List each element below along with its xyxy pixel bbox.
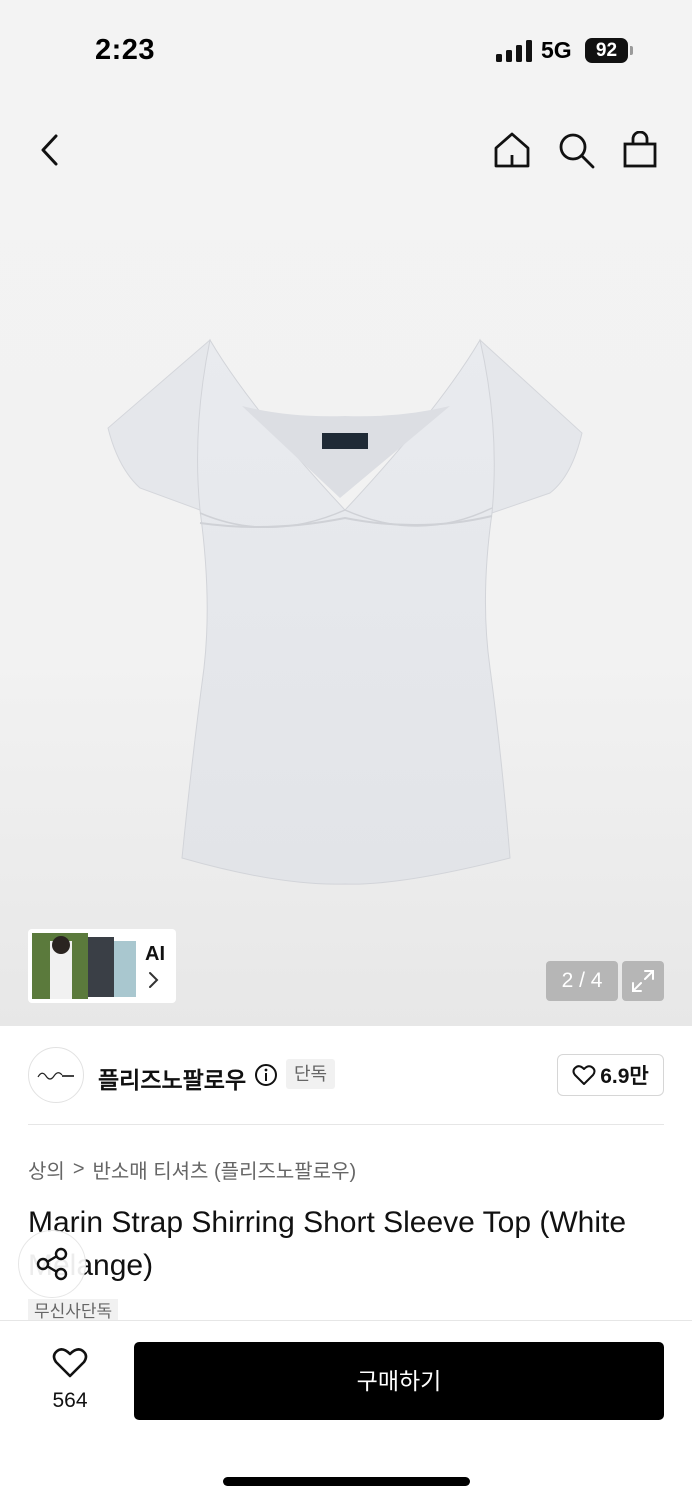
share-icon <box>36 1247 68 1281</box>
network-label: 5G <box>541 37 572 63</box>
ai-styling-card[interactable]: AI <box>28 929 176 1003</box>
heart-icon <box>572 1065 596 1085</box>
product-title: Marin Strap Shirring Short Sleeve Top (W… <box>28 1206 627 1282</box>
brand-logo-mark <box>37 1072 74 1080</box>
search-button[interactable] <box>554 128 598 172</box>
shopping-bag-icon <box>623 131 657 168</box>
wishlist-button[interactable]: 564 <box>30 1345 110 1415</box>
battery-cap <box>630 46 633 55</box>
top-navigation <box>0 100 692 200</box>
buy-button[interactable]: 구매하기 <box>134 1342 664 1420</box>
product-gallery[interactable]: AI 2 / 4 <box>0 100 692 1026</box>
chevron-left-icon <box>41 134 58 166</box>
home-icon <box>494 132 530 168</box>
home-button[interactable] <box>490 128 534 172</box>
brand-logo[interactable] <box>28 1047 84 1103</box>
expand-button[interactable] <box>622 961 664 1001</box>
heart-icon <box>52 1348 88 1378</box>
chevron-right-icon <box>149 972 159 988</box>
ai-label: AI <box>145 943 165 965</box>
divider <box>28 1124 664 1125</box>
signal-icon <box>496 40 532 62</box>
breadcrumb-category[interactable]: 상의 <box>28 1155 65 1184</box>
home-indicator <box>223 1477 470 1486</box>
info-icon[interactable] <box>254 1063 278 1087</box>
product-image <box>107 338 583 885</box>
share-button[interactable] <box>18 1230 86 1298</box>
image-pager: 2 / 4 <box>546 961 618 1001</box>
brand-like-count: 6.9만 <box>600 1065 649 1088</box>
bottom-action-bar: 564 구매하기 <box>0 1320 692 1500</box>
breadcrumb-subcategory[interactable]: 반소매 티셔츠 (플리즈노팔로우) <box>93 1155 357 1184</box>
back-button[interactable] <box>30 128 70 172</box>
brand-name[interactable]: 플리즈노팔로우 <box>98 1061 246 1095</box>
brand-row: 플리즈노팔로우 단독 6.9만 <box>0 1026 692 1124</box>
expand-icon <box>632 970 654 992</box>
exclusive-badge: 단독 <box>286 1059 336 1089</box>
brand-like-button[interactable]: 6.9만 <box>557 1054 664 1096</box>
ai-thumbnail-images <box>32 933 136 999</box>
search-icon <box>559 133 595 169</box>
status-time: 2:23 <box>95 34 156 66</box>
breadcrumb: 상의 > 반소매 티셔츠 (플리즈노팔로우) <box>28 1155 356 1184</box>
breadcrumb-separator: > <box>72 1158 85 1180</box>
wishlist-count: 564 <box>52 1389 88 1412</box>
cart-button[interactable] <box>618 128 662 172</box>
status-bar: 2:23 5G 92 <box>0 0 692 100</box>
battery-icon: 92 <box>585 38 628 63</box>
